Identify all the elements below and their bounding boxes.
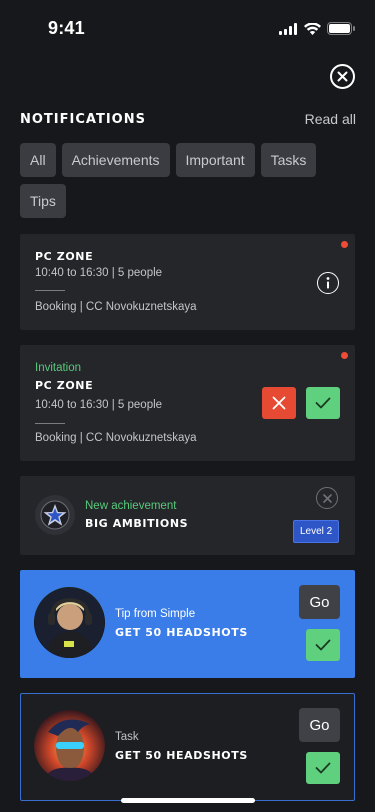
invitation-card[interactable]: Invitation PC ZONE 10:40 to 16:30 | 5 pe… [20, 345, 355, 461]
card-label: Tip from Simple [115, 608, 196, 620]
card-place: Booking | CC Novokuznetskaya [35, 432, 197, 444]
card-title: BIG AMBITIONS [85, 517, 189, 530]
checkmark-icon [315, 639, 331, 651]
card-title: GET 50 HEADSHOTS [115, 749, 248, 762]
info-button[interactable] [317, 272, 339, 294]
card-title: PC ZONE [35, 379, 94, 392]
close-button[interactable] [330, 64, 355, 89]
filter-achievements[interactable]: Achievements [61, 143, 170, 177]
complete-button[interactable] [306, 752, 340, 784]
achievement-badge [35, 495, 75, 535]
decline-button[interactable] [262, 387, 296, 419]
card-time: 10:40 to 16:30 | 5 people [35, 267, 163, 279]
status-time: 9:41 [48, 18, 85, 38]
card-divider [35, 290, 65, 291]
booking-card[interactable]: PC ZONE 10:40 to 16:30 | 5 people Bookin… [20, 234, 355, 330]
card-label: Task [115, 731, 139, 743]
card-time: 10:40 to 16:30 | 5 people [35, 399, 163, 411]
close-icon [272, 396, 286, 410]
checkmark-icon [315, 762, 331, 774]
battery-icon [327, 22, 355, 35]
status-icons [279, 22, 355, 35]
read-all-link[interactable]: Read all [305, 111, 356, 127]
home-indicator[interactable] [121, 798, 255, 803]
level-badge: Level 2 [293, 520, 340, 543]
achievement-card[interactable]: New achievement BIG AMBITIONS Level 2 [20, 476, 355, 555]
wifi-icon [304, 22, 321, 35]
unread-dot [341, 241, 348, 248]
close-icon [322, 493, 332, 503]
unread-dot [341, 352, 348, 359]
card-place: Booking | CC Novokuznetskaya [35, 301, 197, 313]
signal-icon [279, 22, 297, 35]
filter-tasks[interactable]: Tasks [260, 143, 317, 177]
tip-card[interactable]: Tip from Simple GET 50 HEADSHOTS Go [20, 570, 355, 678]
go-button[interactable]: Go [299, 708, 340, 742]
close-icon [337, 71, 348, 82]
cyber-character-icon [34, 710, 105, 781]
filter-important[interactable]: Important [175, 143, 255, 177]
status-bar: 9:41 [0, 0, 375, 54]
notifications-header: NOTIFICATIONS Read all [20, 110, 356, 128]
card-label: Invitation [35, 362, 82, 374]
card-label: New achievement [85, 500, 177, 512]
card-title: PC ZONE [35, 250, 94, 263]
info-icon [326, 277, 330, 289]
accept-button[interactable] [306, 387, 340, 419]
page-title: NOTIFICATIONS [20, 111, 146, 127]
star-badge-icon [40, 500, 70, 530]
card-title: GET 50 HEADSHOTS [115, 626, 248, 639]
filter-all[interactable]: All [20, 143, 56, 177]
card-divider [35, 423, 65, 424]
go-button[interactable]: Go [299, 585, 340, 619]
dismiss-button[interactable] [316, 487, 338, 509]
filter-tips[interactable]: Tips [20, 184, 66, 218]
player-photo-icon [34, 587, 105, 658]
player-avatar [34, 587, 105, 658]
filter-chips: All Achievements Important Tasks Tips [20, 143, 360, 218]
checkmark-icon [315, 397, 331, 409]
task-card[interactable]: Task GET 50 HEADSHOTS Go [20, 693, 355, 801]
task-avatar [34, 710, 105, 781]
complete-button[interactable] [306, 629, 340, 661]
